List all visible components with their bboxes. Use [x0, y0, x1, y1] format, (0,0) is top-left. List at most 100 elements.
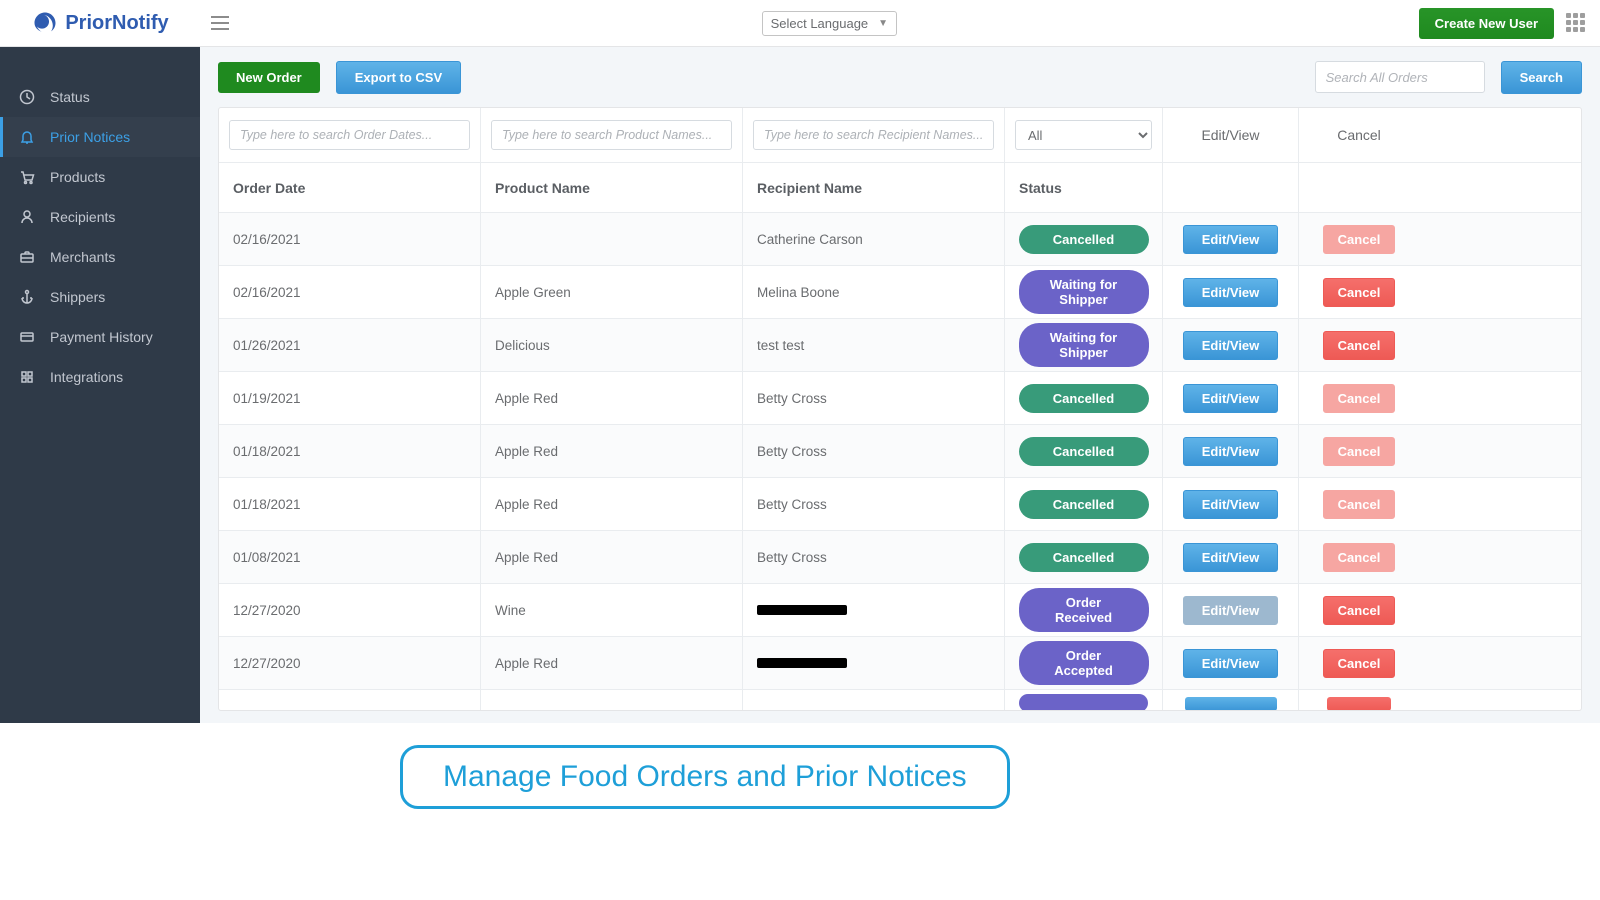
table-row: 01/08/2021Apple Red Betty Cross Cancelled E…: [219, 531, 1581, 584]
status-badge: Order Received: [1019, 588, 1149, 632]
product-name: Apple Red: [481, 372, 743, 424]
order-date: 02/16/2021: [219, 266, 481, 318]
order-date: 01/26/2021: [219, 319, 481, 371]
status-badge: Cancelled: [1019, 225, 1149, 254]
table-row: 02/16/2021Catherine CarsonCancelledEdit/…: [219, 213, 1581, 266]
status-badge: Waiting for Shipper: [1019, 270, 1149, 314]
filter-recipient-name[interactable]: [753, 120, 994, 150]
callout-caption: Manage Food Orders and Prior Notices: [400, 745, 1010, 809]
menu-toggle[interactable]: [200, 0, 240, 47]
edit-view-button[interactable]: Edit/View: [1183, 596, 1279, 625]
status-badge: Order Accepted: [1019, 641, 1149, 685]
sidebar-item-integrations[interactable]: Integrations: [0, 357, 200, 397]
sidebar-item-label: Status: [50, 89, 90, 105]
product-name: Delicious: [481, 319, 743, 371]
logo[interactable]: PriorNotify: [0, 0, 200, 47]
table-row: 01/18/2021Apple RedBetty CrossCancelledE…: [219, 478, 1581, 531]
bell-icon: [18, 129, 36, 145]
order-date: 01/19/2021: [219, 372, 481, 424]
language-label: Select Language: [771, 16, 869, 31]
order-date: 01/08/2021: [219, 531, 481, 583]
sidebar-item-status[interactable]: Status: [0, 77, 200, 117]
product-name: Apple Red: [481, 425, 743, 477]
table-row: 12/27/2020Apple RedOrder AcceptedEdit/Vi…: [219, 637, 1581, 690]
order-date: 01/18/2021: [219, 478, 481, 530]
cancel-button[interactable]: Cancel: [1323, 649, 1396, 678]
edit-view-button[interactable]: Edit/View: [1183, 331, 1279, 360]
cancel-button[interactable]: Cancel: [1323, 384, 1396, 413]
cancel-button[interactable]: Cancel: [1323, 437, 1396, 466]
sidebar-item-shippers[interactable]: Shippers: [0, 277, 200, 317]
sidebar-item-label: Recipients: [50, 209, 115, 225]
filter-product-name[interactable]: [491, 120, 732, 150]
recipient-name: Betty Cross: [757, 497, 827, 512]
header-recipient-name[interactable]: Recipient Name: [743, 163, 1005, 212]
sidebar-item-recipients[interactable]: Recipients: [0, 197, 200, 237]
table-row: 01/19/2021Apple Red Betty Cross Cancelled E…: [219, 372, 1581, 425]
orders-table: All Edit/View Cancel Order Date Product …: [218, 107, 1582, 711]
recipient-name: Melina Boone: [757, 285, 840, 300]
caret-down-icon: ▼: [878, 18, 888, 29]
cancel-button[interactable]: Cancel: [1323, 225, 1396, 254]
filter-status-select[interactable]: All: [1015, 120, 1152, 150]
header-order-date[interactable]: Order Date: [219, 163, 481, 212]
topbar-center: Select Language ▼: [240, 11, 1419, 36]
filter-row: All Edit/View Cancel: [219, 108, 1581, 163]
order-date: 02/16/2021: [219, 213, 481, 265]
header-status[interactable]: Status: [1005, 163, 1163, 212]
language-select[interactable]: Select Language ▼: [762, 11, 898, 36]
status-badge: Cancelled: [1019, 384, 1149, 413]
create-user-button[interactable]: Create New User: [1419, 8, 1554, 39]
apps-grid-icon[interactable]: [1566, 13, 1586, 33]
recipient-name: Betty Cross: [757, 391, 827, 406]
new-order-button[interactable]: New Order: [218, 62, 320, 93]
search-button[interactable]: Search: [1501, 61, 1582, 94]
edit-view-button[interactable]: Edit/View: [1183, 490, 1279, 519]
layout: Status Prior Notices Products Recipients Mer…: [0, 47, 1600, 723]
sidebar-item-merchants[interactable]: Merchants: [0, 237, 200, 277]
recipient-name: Betty Cross: [757, 550, 827, 565]
status-badge: Cancelled: [1019, 437, 1149, 466]
partial-row: [219, 690, 1581, 710]
cancel-button[interactable]: Cancel: [1323, 490, 1396, 519]
cancel-button[interactable]: Cancel: [1323, 331, 1396, 360]
header-product-name[interactable]: Product Name: [481, 163, 743, 212]
sidebar-item-label: Products: [50, 169, 105, 185]
export-csv-button[interactable]: Export to CSV: [336, 61, 461, 94]
toolbar: New Order Export to CSV Search: [200, 47, 1600, 107]
edit-view-button[interactable]: Edit/View: [1183, 278, 1279, 307]
sidebar-item-label: Integrations: [50, 369, 123, 385]
product-name: Apple Red: [481, 531, 743, 583]
sidebar-item-payment-history[interactable]: Payment History: [0, 317, 200, 357]
filter-order-date[interactable]: [229, 120, 470, 150]
status-icon: [18, 89, 36, 105]
edit-view-button[interactable]: Edit/View: [1183, 384, 1279, 413]
header-cancel: Cancel: [1299, 108, 1419, 162]
header-row: Order Date Product Name Recipient Name S…: [219, 163, 1581, 213]
search-input[interactable]: [1315, 61, 1485, 93]
cancel-button[interactable]: Cancel: [1323, 278, 1396, 307]
edit-view-button[interactable]: Edit/View: [1183, 437, 1279, 466]
edit-view-button[interactable]: Edit/View: [1183, 225, 1279, 254]
cancel-button[interactable]: Cancel: [1323, 543, 1396, 572]
edit-view-button[interactable]: Edit/View: [1183, 649, 1279, 678]
edit-view-button[interactable]: Edit/View: [1183, 543, 1279, 572]
status-badge: Cancelled: [1019, 490, 1149, 519]
logo-swoosh-icon: [31, 9, 59, 37]
order-date: 12/27/2020: [219, 584, 481, 636]
sidebar-item-prior-notices[interactable]: Prior Notices: [0, 117, 200, 157]
hamburger-icon: [211, 16, 229, 30]
sidebar-item-products[interactable]: Products: [0, 157, 200, 197]
product-name: Apple Green: [481, 266, 743, 318]
topbar: PriorNotify Select Language ▼ Create New…: [0, 0, 1600, 47]
status-badge: Cancelled: [1019, 543, 1149, 572]
redacted-text: [757, 658, 847, 668]
product-name: [481, 213, 743, 265]
status-badge: Waiting for Shipper: [1019, 323, 1149, 367]
table-row: 01/18/2021Apple RedBetty CrossCancelledE…: [219, 425, 1581, 478]
header-edit-view: Edit/View: [1163, 108, 1299, 162]
main: New Order Export to CSV Search All Edit/…: [200, 47, 1600, 723]
sidebar-item-label: Merchants: [50, 249, 115, 265]
user-icon: [18, 209, 36, 225]
cancel-button[interactable]: Cancel: [1323, 596, 1396, 625]
